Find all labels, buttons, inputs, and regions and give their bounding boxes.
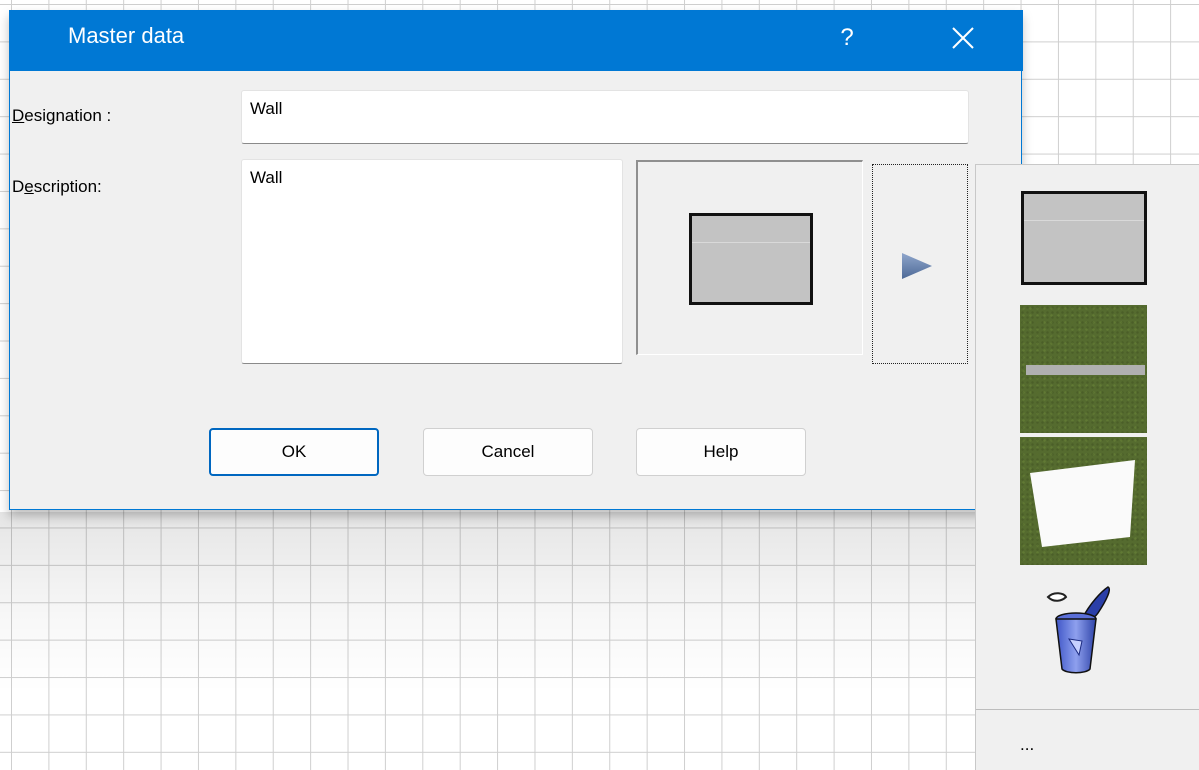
close-button[interactable] [946,20,982,56]
help-button[interactable]: Help [636,428,806,476]
description-textarea[interactable]: Wall [241,159,623,364]
description-label: Description: [12,177,102,196]
play-arrow-icon [902,253,932,279]
wall-material-item[interactable] [1021,191,1147,285]
designation-input[interactable]: Wall [241,90,969,144]
designation-label: Designation : [12,106,112,125]
panel-separator [976,709,1199,710]
material-picker-panel: ... [975,164,1199,770]
wall-preview-swatch [689,213,813,305]
material-preview [636,160,863,355]
title-help-button[interactable]: ? [832,20,862,56]
grey-line-strip [1026,365,1145,375]
more-materials-item[interactable]: ... [1020,735,1034,755]
white-plane-shape [1030,460,1135,547]
material-dropdown-button[interactable] [872,164,968,364]
master-data-dialog: Master data ? Designation : Wall Descrip… [9,10,1023,510]
recycle-bin-icon[interactable] [1042,583,1122,678]
canvas-shading [0,512,975,770]
dialog-title: Master data [68,23,185,48]
trash-bin-graphic [1046,586,1110,674]
dialog-title-bar[interactable]: Master data ? [10,10,1023,71]
ok-button[interactable]: OK [209,428,379,476]
grass-line-material-item[interactable] [1020,305,1147,433]
close-icon [952,27,974,49]
cancel-button[interactable]: Cancel [423,428,593,476]
grass-plane-material-item[interactable] [1020,437,1147,565]
